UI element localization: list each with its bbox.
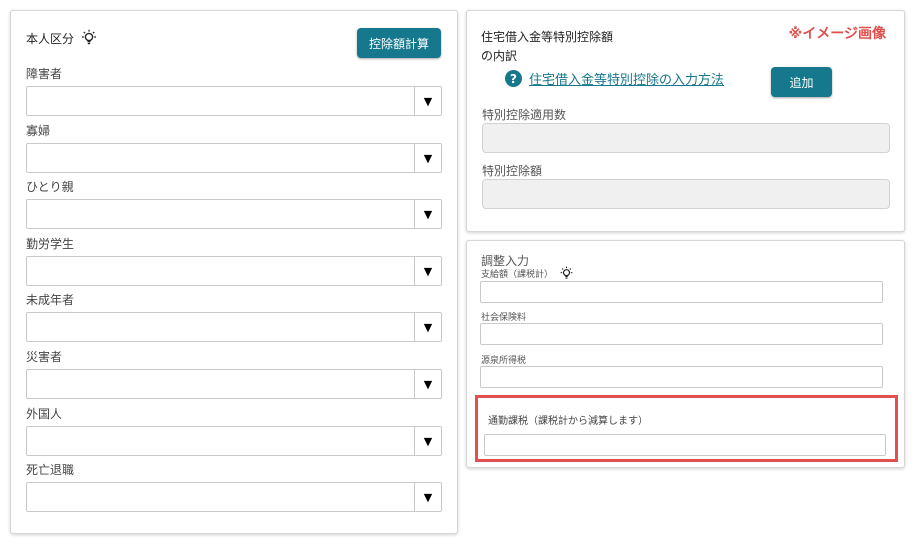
housing-loan-title: 住宅借入金等特別控除額 の内訳 (481, 28, 613, 66)
payment-input[interactable] (480, 281, 883, 303)
foreigner-field: 外国人 ▼ (26, 407, 442, 456)
lightbulb-icon[interactable] (559, 266, 574, 281)
housing-loan-panel: 住宅借入金等特別控除額 の内訳 ※イメージ画像 ? 住宅借入金等特別控除の入力方… (466, 10, 905, 232)
withholding-tax-input[interactable] (480, 366, 883, 388)
social-insurance-input[interactable] (480, 323, 883, 345)
help-link[interactable]: 住宅借入金等特別控除の入力方法 (529, 69, 724, 88)
special-deduction-count-label: 特別控除適用数 (482, 108, 567, 122)
help-icon[interactable]: ? (505, 70, 522, 87)
death-retirement-field: 死亡退職 ▼ (26, 463, 442, 512)
commute-tax-input[interactable] (484, 434, 886, 456)
personal-category-panel: 本人区分 控除額計算 障害者 ▼ 寡婦 ▼ ひとり親 ▼ 勤労学生 ▼ 未成年者… (10, 10, 458, 534)
special-deduction-amount-label: 特別控除額 (482, 164, 543, 178)
minor-select[interactable]: ▼ (26, 312, 442, 342)
special-deduction-amount-field (482, 179, 890, 209)
dropdown-arrow-icon: ▼ (414, 483, 441, 511)
minor-field: 未成年者 ▼ (26, 293, 442, 342)
personal-category-header: 本人区分 (26, 29, 98, 47)
field-label: 勤労学生 (26, 237, 75, 251)
image-note: ※イメージ画像 (788, 26, 886, 42)
working-student-select[interactable]: ▼ (26, 256, 442, 286)
dropdown-arrow-icon: ▼ (414, 313, 441, 341)
disabled-field: 障害者 ▼ (26, 67, 442, 116)
dropdown-arrow-icon: ▼ (414, 144, 441, 172)
single-parent-select[interactable]: ▼ (26, 199, 442, 229)
single-parent-field: ひとり親 ▼ (26, 180, 442, 229)
social-insurance-label: 社会保険料 (481, 313, 527, 323)
housing-loan-title-line2: の内訳 (481, 49, 518, 63)
lightbulb-icon[interactable] (80, 29, 98, 47)
add-button[interactable]: 追加 (771, 67, 832, 97)
dropdown-arrow-icon: ▼ (414, 257, 441, 285)
panel-title: 本人区分 (26, 31, 75, 46)
calculate-deduction-button[interactable]: 控除額計算 (357, 28, 441, 58)
housing-loan-title-line1: 住宅借入金等特別控除額 (481, 30, 614, 44)
field-label: 死亡退職 (26, 463, 75, 477)
foreigner-select[interactable]: ▼ (26, 426, 442, 456)
help-row: ? 住宅借入金等特別控除の入力方法 (505, 69, 724, 88)
commute-tax-label: 通勤課税（課税計から減算します） (488, 416, 648, 427)
payment-label-row: 支給額（課税計） (481, 266, 574, 281)
dropdown-arrow-icon: ▼ (414, 87, 441, 115)
field-label: ひとり親 (26, 180, 74, 194)
field-label: 未成年者 (26, 293, 75, 307)
disaster-victim-field: 災害者 ▼ (26, 350, 442, 399)
field-label: 外国人 (26, 407, 63, 421)
dropdown-arrow-icon: ▼ (414, 200, 441, 228)
dropdown-arrow-icon: ▼ (414, 370, 441, 398)
withholding-tax-label: 源泉所得税 (481, 356, 527, 366)
field-label: 障害者 (26, 67, 63, 81)
widow-field: 寡婦 ▼ (26, 124, 442, 173)
payment-label: 支給額（課税計） (481, 270, 554, 280)
adjustment-panel: 調整入力 支給額（課税計） 社会保険料 源泉所得税 通勤課税（課税計から減算しま… (466, 240, 905, 468)
widow-select[interactable]: ▼ (26, 143, 442, 173)
commute-highlight-frame: 通勤課税（課税計から減算します） (475, 395, 898, 462)
field-label: 寡婦 (26, 124, 51, 138)
disabled-select[interactable]: ▼ (26, 86, 442, 116)
field-label: 災害者 (26, 350, 63, 364)
special-deduction-count-field (482, 123, 890, 153)
death-retirement-select[interactable]: ▼ (26, 482, 442, 512)
working-student-field: 勤労学生 ▼ (26, 237, 442, 286)
disaster-victim-select[interactable]: ▼ (26, 369, 442, 399)
dropdown-arrow-icon: ▼ (414, 427, 441, 455)
